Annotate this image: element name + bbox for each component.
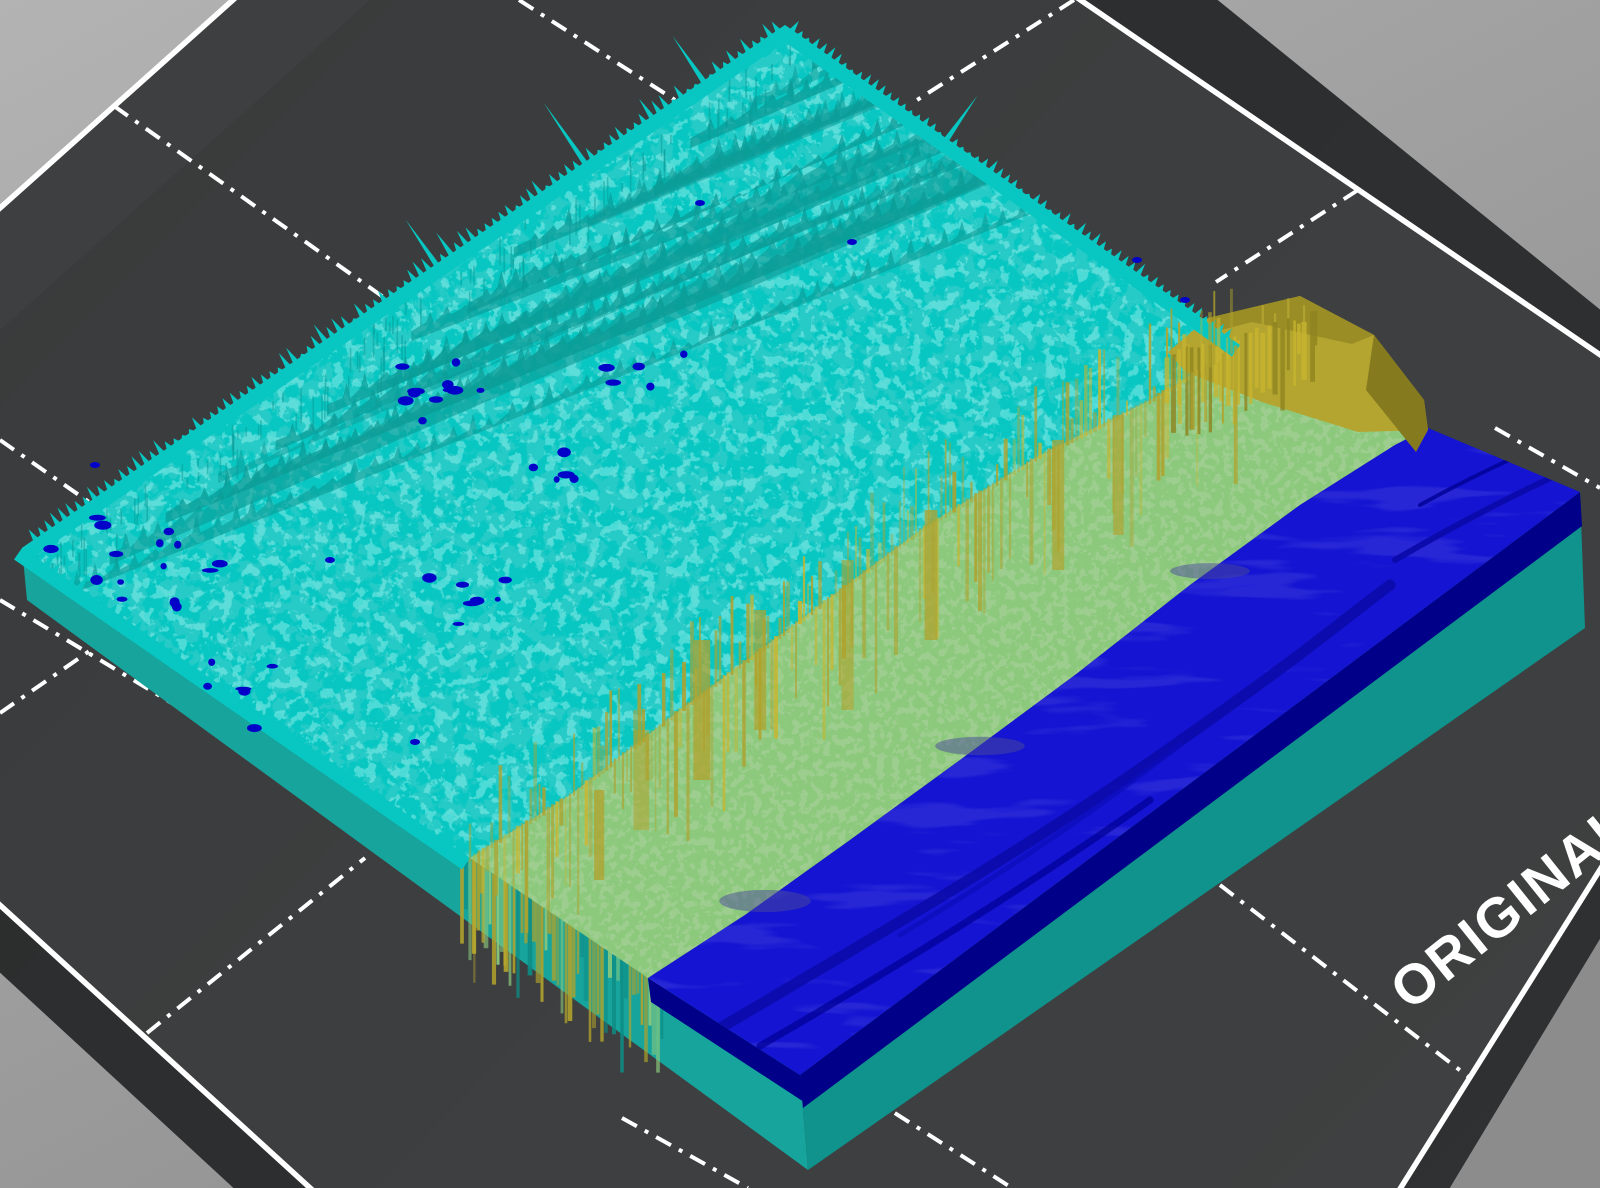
scene-canvas: ORIGINAL (0, 0, 1600, 1188)
slicer-3d-viewport[interactable]: ORIGINAL (0, 0, 1600, 1188)
